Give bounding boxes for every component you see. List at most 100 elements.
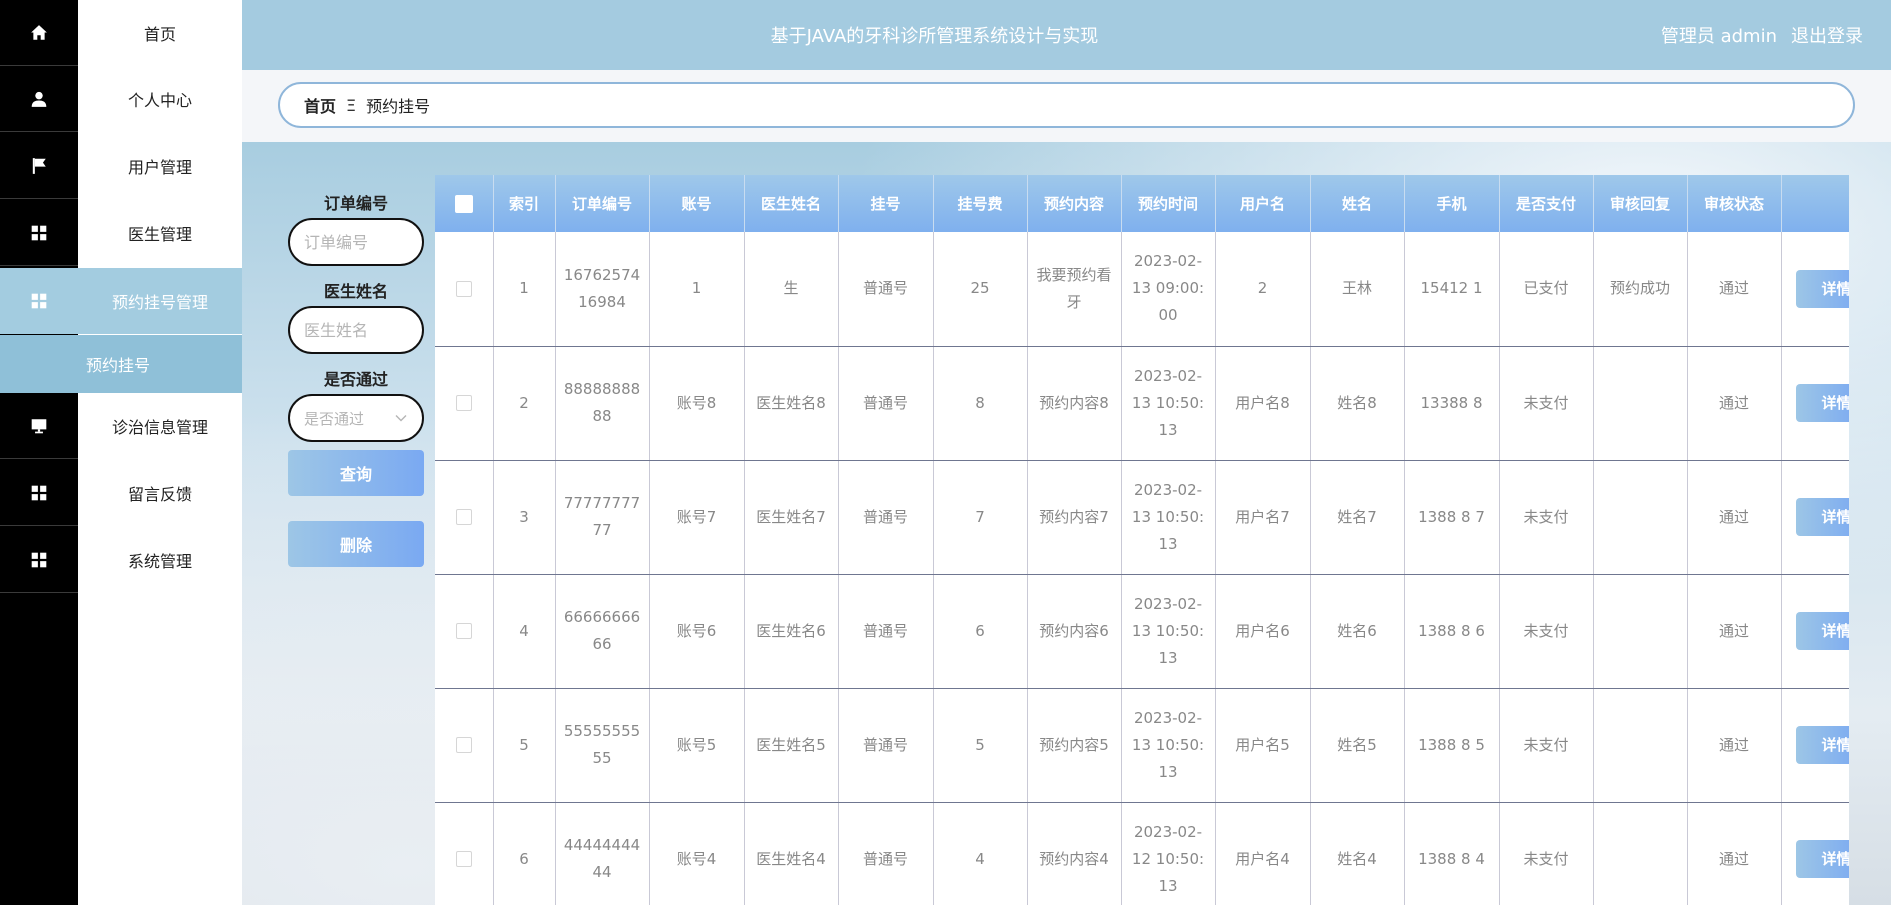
table-row: 2 8888888888 账号8 医生姓名8 普通号 8 预约内容8 2023-02-13 1… — [435, 346, 1849, 461]
fee-cell: 4 — [933, 802, 1028, 905]
search-panel: 订单编号 医生姓名 是否通过 是否通过 查询 删除 — [288, 190, 424, 567]
column-header: 审核状态 — [1687, 175, 1782, 232]
sidebar-item-system[interactable]: 系统管理 — [0, 527, 242, 593]
pass-status-select[interactable]: 是否通过 — [288, 394, 424, 442]
sidebar-item-profile[interactable]: 个人中心 — [0, 66, 242, 132]
time-cell: 2023-02-13 10:50:13 — [1121, 460, 1216, 575]
logout-button[interactable]: 退出登录 — [1791, 22, 1863, 48]
order-number-cell: 8888888888 — [555, 346, 650, 461]
detail-button[interactable]: 详情 — [1795, 384, 1849, 422]
column-header: 订单编号 — [555, 175, 650, 232]
sidebar-item-doctors[interactable]: 医生管理 — [0, 200, 242, 266]
row-actions-cell: 详情 — [1781, 346, 1849, 461]
index-cell: 1 — [493, 232, 556, 347]
row-select-cell[interactable] — [435, 460, 494, 575]
fee-cell: 8 — [933, 346, 1028, 461]
grid-icon — [31, 225, 47, 240]
reply-cell — [1593, 688, 1688, 803]
detail-button[interactable]: 详情 — [1795, 726, 1849, 764]
doctor-name-cell: 生 — [744, 232, 839, 347]
table-body: 1 1676257416984 1 生普通号 25 我要预约看牙 2023-02-13 09… — [435, 232, 1849, 905]
registration-type-cell: 普通号 — [838, 460, 934, 575]
pass-status-placeholder: 是否通过 — [304, 409, 365, 428]
detail-button[interactable]: 详情 — [1795, 498, 1849, 536]
row-checkbox[interactable] — [455, 623, 472, 639]
sidebar-item-feedback[interactable]: 留言反馈 — [0, 460, 242, 526]
sidebar-item-home[interactable]: 首页 — [0, 0, 242, 66]
paid-cell: 未支付 — [1499, 574, 1594, 689]
table-header-row: 索引 订单编号 账号 医生姓名 挂号 挂号费 预约内容 预约时间 用户名 姓名 … — [435, 175, 1849, 232]
doctor-name-cell: 医生姓名6 — [744, 574, 839, 689]
reply-cell: 预约成功 — [1593, 232, 1688, 347]
doctor-name-cell: 医生姓名7 — [744, 460, 839, 575]
home-icon — [31, 24, 47, 40]
name-cell: 姓名5 — [1310, 688, 1405, 803]
content-cell: 预约内容4 — [1027, 802, 1122, 905]
row-select-cell[interactable] — [435, 688, 494, 803]
breadcrumb-home[interactable]: 首页 — [304, 93, 336, 117]
row-select-cell[interactable] — [435, 802, 494, 905]
phone-cell: 1388 8 5 — [1404, 688, 1500, 803]
monitor-icon — [31, 418, 47, 433]
fee-cell: 7 — [933, 460, 1028, 575]
delete-button[interactable]: 删除 — [288, 521, 424, 567]
column-header: 是否支付 — [1499, 175, 1594, 232]
paid-cell: 未支付 — [1499, 688, 1594, 803]
name-cell: 姓名4 — [1310, 802, 1405, 905]
column-header: 挂号费 — [933, 175, 1028, 232]
status-cell: 通过 — [1687, 574, 1782, 689]
row-select-cell[interactable] — [435, 232, 494, 347]
header-user-area: 管理员 admin 退出登录 — [1661, 22, 1863, 48]
registration-type-cell: 普通号 — [838, 688, 934, 803]
app-title: 基于JAVA的牙科诊所管理系统设计与实现 — [770, 26, 1099, 47]
row-checkbox[interactable] — [455, 851, 472, 867]
flag-icon — [32, 157, 46, 174]
content-cell: 我要预约看牙 — [1027, 232, 1122, 347]
admin-label[interactable]: 管理员 admin — [1661, 22, 1777, 48]
row-checkbox[interactable] — [455, 737, 472, 753]
top-header: 基于JAVA的牙科诊所管理系统设计与实现 管理员 admin 退出登录 — [242, 0, 1891, 70]
row-actions-cell: 详情 — [1781, 688, 1849, 803]
status-cell: 通过 — [1687, 460, 1782, 575]
row-checkbox[interactable] — [455, 395, 472, 411]
sidebar-subitem-appointment[interactable]: 预约挂号 — [0, 335, 242, 393]
column-header: 账号 — [649, 175, 745, 232]
sidebar-item-diagnosis[interactable]: 诊治信息管理 — [0, 393, 242, 459]
row-checkbox[interactable] — [455, 280, 472, 297]
order-number-input[interactable] — [288, 218, 424, 266]
index-cell: 6 — [493, 802, 556, 905]
select-all-cell[interactable] — [435, 175, 494, 232]
row-actions-cell: 详情 — [1781, 232, 1849, 347]
table-row: 1 1676257416984 1 生普通号 25 我要预约看牙 2023-02-13 09… — [435, 232, 1849, 347]
column-header: 医生姓名 — [744, 175, 839, 232]
registration-type-cell: 普通号 — [838, 346, 934, 461]
account-cell: 账号7 — [649, 460, 745, 575]
sidebar-item-label: 个人中心 — [127, 91, 192, 110]
row-select-cell[interactable] — [435, 346, 494, 461]
phone-cell: 1388 8 7 — [1404, 460, 1500, 575]
account-cell: 账号4 — [649, 802, 745, 905]
username-cell: 用户名7 — [1215, 460, 1311, 575]
order-number-cell: 5555555555 — [555, 688, 650, 803]
sidebar-item-label: 医生管理 — [127, 225, 192, 244]
row-actions-cell: 详情 — [1781, 574, 1849, 689]
sidebar-item-appointments[interactable]: 预约挂号管理 — [0, 268, 242, 334]
column-header: 用户名 — [1215, 175, 1311, 232]
breadcrumb-area: 首页 Ξ 预约挂号 — [242, 70, 1891, 142]
reply-cell — [1593, 460, 1688, 575]
row-checkbox[interactable] — [455, 509, 472, 525]
select-all-checkbox[interactable] — [454, 194, 473, 213]
detail-button[interactable]: 详情 — [1795, 840, 1849, 878]
fee-cell: 6 — [933, 574, 1028, 689]
phone-cell: 15412 1 — [1404, 232, 1500, 347]
query-button[interactable]: 查询 — [288, 450, 424, 496]
doctor-name-label: 医生姓名 — [323, 282, 388, 301]
detail-button[interactable]: 详情 — [1795, 269, 1849, 308]
sidebar-item-label: 首页 — [143, 25, 176, 44]
row-select-cell[interactable] — [435, 574, 494, 689]
sidebar-item-users[interactable]: 用户管理 — [0, 133, 242, 199]
doctor-name-cell: 医生姓名8 — [744, 346, 839, 461]
doctor-name-input[interactable] — [288, 306, 424, 354]
detail-button[interactable]: 详情 — [1795, 612, 1849, 650]
username-cell: 用户名4 — [1215, 802, 1311, 905]
